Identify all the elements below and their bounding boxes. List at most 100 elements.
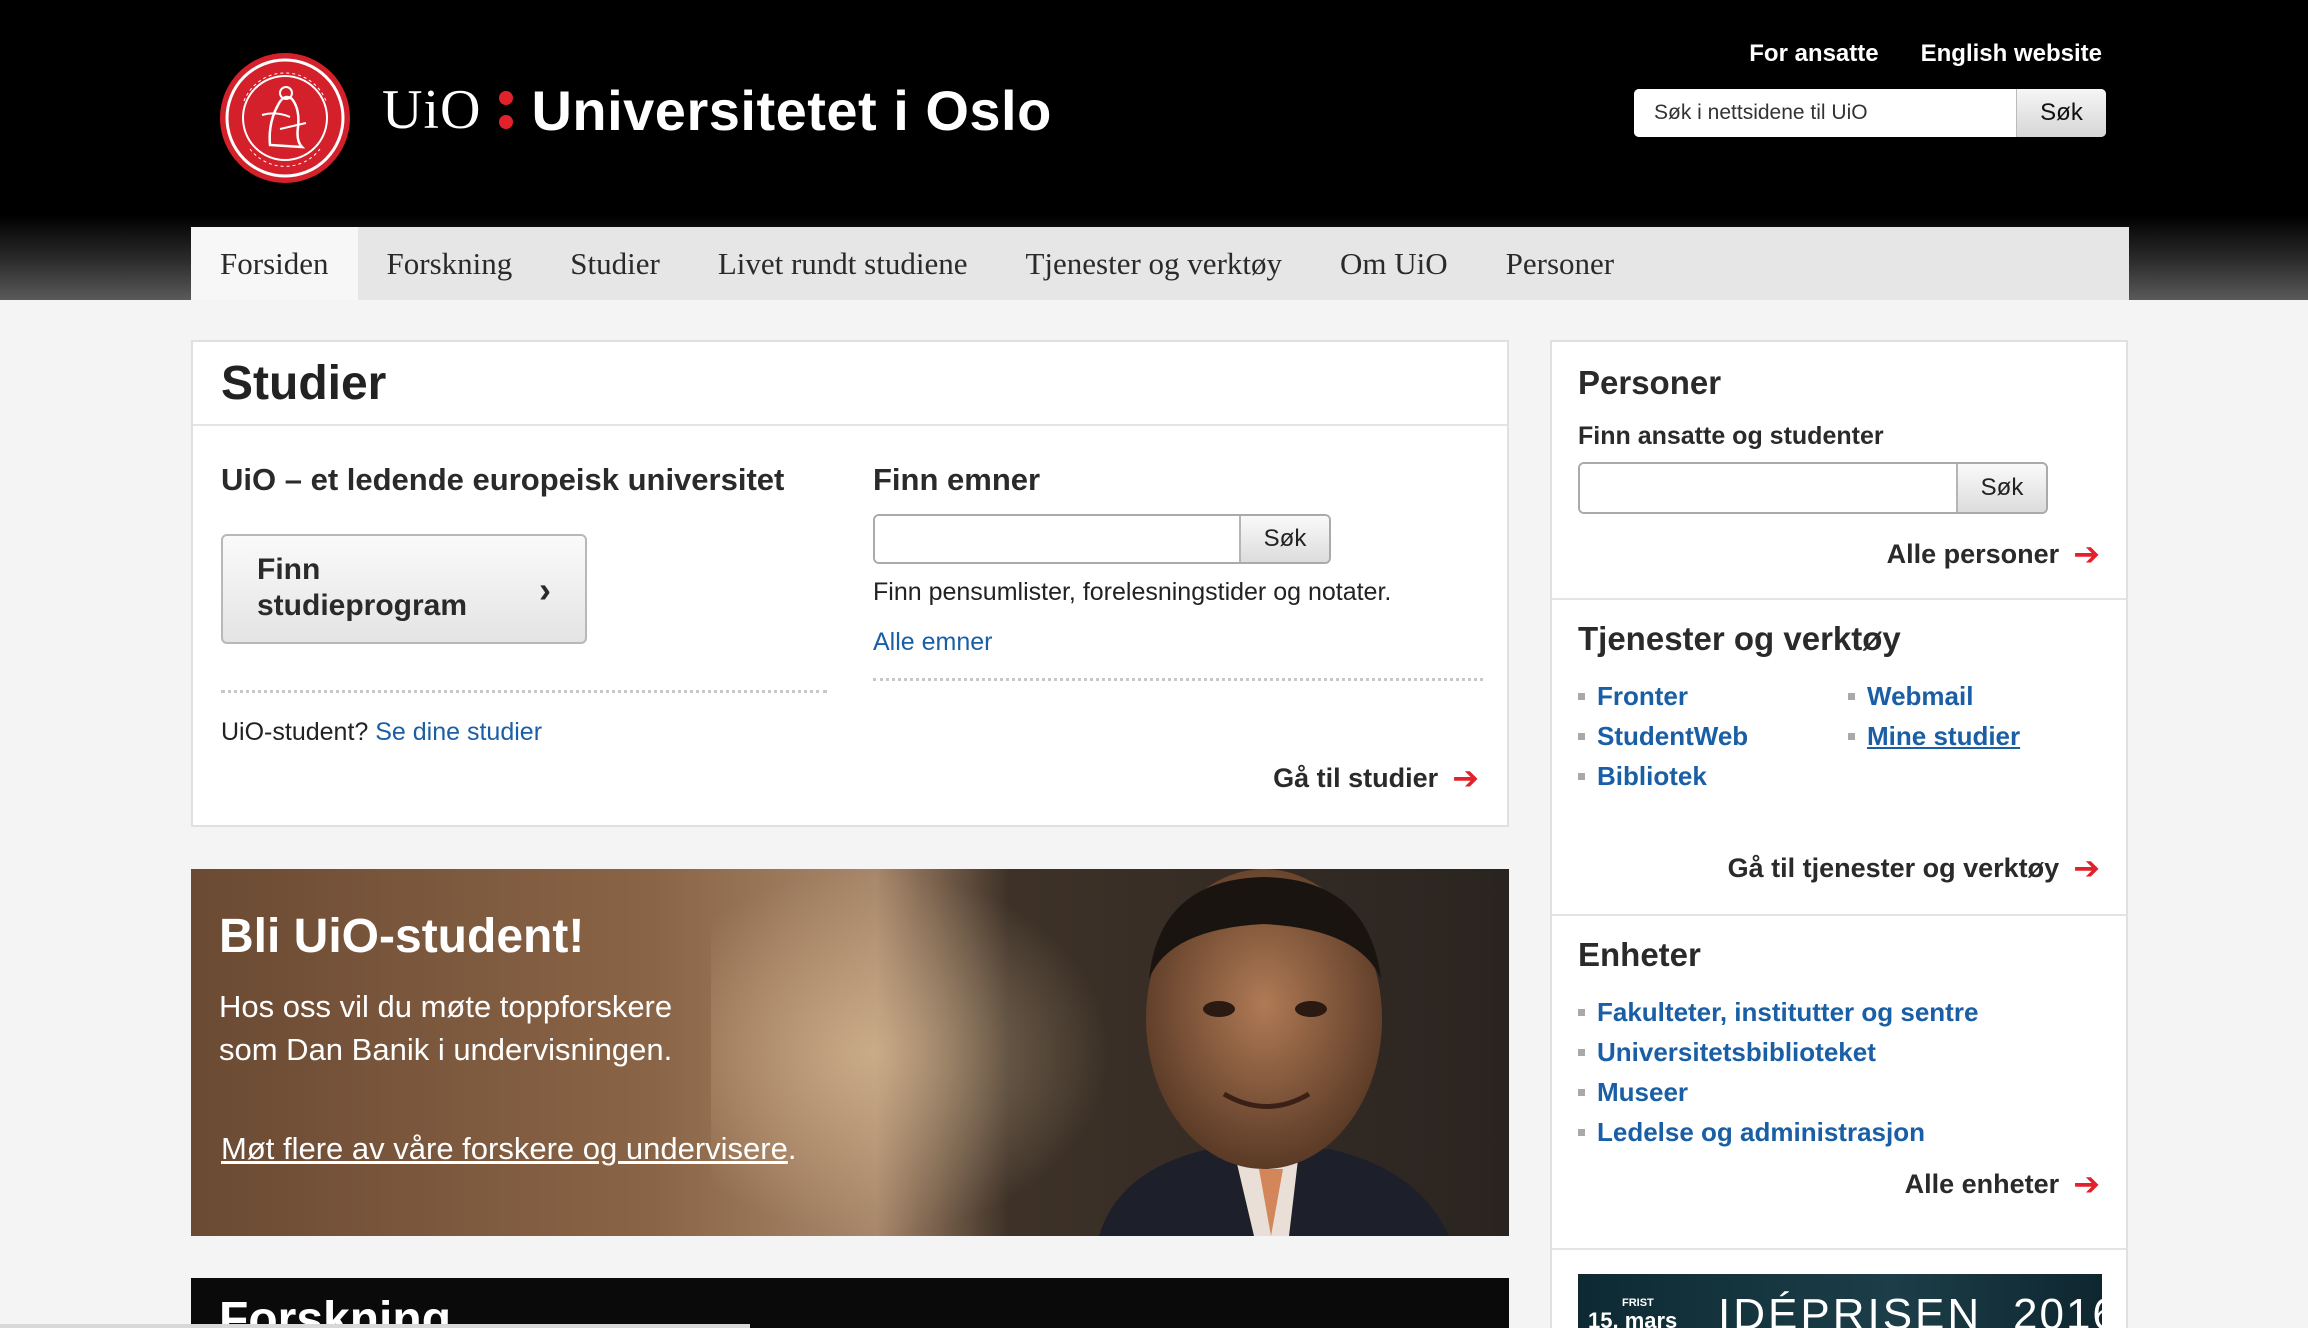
emner-search-button[interactable]: Søk (1239, 516, 1329, 562)
idepris-year: 2016 (2013, 1290, 2102, 1328)
student-line: UiO-student? Se dine studier (221, 718, 542, 747)
enheter-title: Enheter (1578, 936, 1701, 973)
english-website-link[interactable]: English website (1921, 40, 2102, 68)
enheter-list: Fakulteter, institutter og sentre Univer… (1578, 992, 1978, 1152)
ga-til-tjenester-link[interactable]: Gå til tjenester og verktøy ➔ (1728, 852, 2100, 884)
personer-subtitle: Finn ansatte og studenter (1578, 422, 1884, 450)
enheter-section: Enheter Fakulteter, institutter og sentr… (1552, 916, 2126, 1250)
forskning-title: Forskning (219, 1293, 452, 1328)
divider (221, 690, 827, 693)
bullet-icon (1578, 692, 1585, 700)
list-item-museer[interactable]: Museer (1578, 1072, 1978, 1112)
top-links: For ansatte English website (1749, 40, 2102, 68)
mot-forskere-link[interactable]: Møt flere av våre forskere og underviser… (221, 1131, 788, 1166)
uio-seal-icon[interactable] (220, 53, 350, 183)
for-ansatte-link[interactable]: For ansatte (1749, 40, 1878, 68)
list-item-bibliotek[interactable]: Bibliotek (1578, 756, 1748, 796)
right-arrow-icon: ➔ (2073, 1166, 2100, 1202)
alle-enheter-link[interactable]: Alle enheter ➔ (1905, 1168, 2100, 1200)
nav-item-forsiden[interactable]: Forsiden (191, 227, 358, 300)
list-item-studentweb[interactable]: StudentWeb (1578, 716, 1748, 756)
logo-colon-icon (499, 91, 514, 129)
tjenester-list-2: Webmail Mine studier (1848, 676, 2020, 756)
student-prefix: UiO-student? (221, 718, 369, 746)
site-logo[interactable]: UiO Universitetet i Oslo (382, 78, 1052, 142)
link-label: Mine studier (1867, 720, 2021, 751)
ga-til-studier-label: Gå til studier (1273, 762, 1439, 793)
bli-student-banner: Bli UiO-student! Hos oss vil du møte top… (191, 869, 1509, 1236)
bullet-icon (1578, 772, 1585, 780)
tjenester-section: Tjenester og verktøy Fronter StudentWeb … (1552, 600, 2126, 916)
right-arrow-icon: ➔ (2073, 536, 2100, 572)
banner-link-row: Møt flere av våre forskere og underviser… (221, 1131, 796, 1167)
seal-graphic (225, 58, 345, 178)
personer-section: Personer Finn ansatte og studenter Søk A… (1552, 342, 2126, 600)
idepris-date: FRIST 15. mars (1588, 1294, 1677, 1328)
list-item-webmail[interactable]: Webmail (1848, 676, 2020, 716)
link-label: Fakulteter, institutter og sentre (1597, 996, 1979, 1027)
finn-button-line1: Finn (257, 553, 321, 586)
person-search-input[interactable] (1580, 464, 1956, 512)
tjenester-list-1: Fronter StudentWeb Bibliotek (1578, 676, 1748, 796)
bullet-icon (1578, 1128, 1585, 1136)
nav-item-om-uio[interactable]: Om UiO (1311, 227, 1477, 300)
link-label: Bibliotek (1597, 760, 1707, 791)
banner-text-line1: Hos oss vil du møte toppforskere (219, 989, 673, 1024)
ideprisen-banner[interactable]: FRIST 15. mars IDÉPRISEN 2016 (1578, 1274, 2102, 1328)
link-label: Webmail (1867, 680, 1974, 711)
bullet-icon (1578, 1048, 1585, 1056)
alle-personer-link[interactable]: Alle personer ➔ (1887, 538, 2100, 570)
alle-personer-label: Alle personer (1886, 538, 2060, 569)
right-arrow-icon: ➔ (1452, 760, 1479, 796)
chevron-right-icon: › (539, 569, 551, 610)
link-label: Fronter (1597, 680, 1688, 711)
emner-search: Søk (873, 514, 1331, 564)
nav-item-livet-rundt-studiene[interactable]: Livet rundt studiene (689, 227, 997, 300)
list-item-universitetsbiblioteket[interactable]: Universitetsbiblioteket (1578, 1032, 1978, 1072)
banner-title: Bli UiO-student! (219, 910, 585, 963)
site-search-input[interactable] (1634, 89, 2016, 137)
link-label: Museer (1597, 1076, 1689, 1107)
list-item-ledelse[interactable]: Ledelse og administrasjon (1578, 1112, 1978, 1152)
main-nav: Forsiden Forskning Studier Livet rundt s… (191, 227, 2129, 300)
bullet-icon (1578, 1008, 1585, 1016)
studier-title: Studier (193, 342, 1507, 426)
bullet-icon (1578, 1088, 1585, 1096)
idepris-date-text: 15. mars (1588, 1308, 1678, 1328)
idepris-title: IDÉPRISEN (1718, 1290, 1983, 1328)
alle-enheter-label: Alle enheter (1904, 1168, 2060, 1199)
tjenester-title: Tjenester og verktøy (1578, 620, 1901, 657)
emner-description: Finn pensumlister, forelesningstider og … (873, 578, 1392, 606)
nav-item-forskning[interactable]: Forskning (358, 227, 542, 300)
finn-button-line2: studieprogram (257, 589, 468, 622)
ga-til-tjenester-label: Gå til tjenester og verktøy (1727, 852, 2060, 883)
site-search: Søk (1634, 89, 2106, 137)
finn-emner-heading: Finn emner (873, 462, 1041, 497)
list-item-mine-studier[interactable]: Mine studier (1848, 716, 2020, 756)
ga-til-studier-link[interactable]: Gå til studier ➔ (1273, 762, 1479, 794)
se-dine-studier-link[interactable]: Se dine studier (375, 718, 542, 746)
alle-emner-link[interactable]: Alle emner (873, 628, 993, 657)
divider (873, 678, 1483, 681)
logo-site-name: Universitetet i Oslo (531, 78, 1052, 142)
logo-uio-text: UiO (382, 79, 482, 141)
banner-text-line2: som Dan Banik i undervisningen. (219, 1032, 673, 1067)
link-label: Universitetsbiblioteket (1597, 1036, 1876, 1067)
emner-search-input[interactable] (875, 516, 1239, 562)
studier-left-heading: UiO – et ledende europeisk universitet (221, 462, 785, 497)
bullet-icon (1578, 732, 1585, 740)
nav-item-personer[interactable]: Personer (1477, 227, 1643, 300)
bullet-icon (1848, 692, 1855, 700)
right-arrow-icon: ➔ (2073, 850, 2100, 886)
list-item-fronter[interactable]: Fronter (1578, 676, 1748, 716)
nav-item-studier[interactable]: Studier (541, 227, 689, 300)
finn-studieprogram-button[interactable]: Finn studieprogram › (221, 534, 587, 644)
nav-item-tjenester-og-verktoy[interactable]: Tjenester og verktøy (996, 227, 1311, 300)
person-search-button[interactable]: Søk (1956, 464, 2046, 512)
banner-link-suffix: . (787, 1131, 797, 1166)
person-search: Søk (1578, 462, 2048, 514)
banner-text: Hos oss vil du møte toppforskere som Dan… (219, 985, 779, 1071)
site-search-button[interactable]: Søk (2016, 89, 2106, 137)
list-item-fakulteter[interactable]: Fakulteter, institutter og sentre (1578, 992, 1978, 1032)
personer-title: Personer (1578, 364, 1722, 401)
